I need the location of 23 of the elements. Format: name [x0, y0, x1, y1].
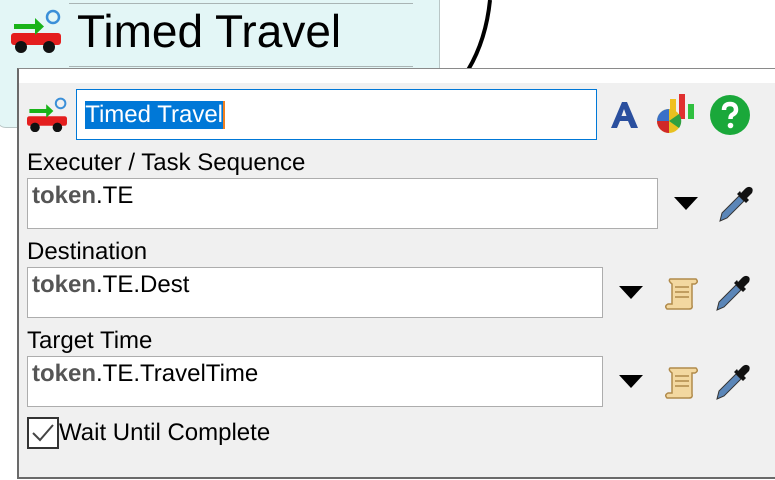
dropdown-button[interactable] — [674, 196, 698, 210]
node-title: Timed Travel — [77, 5, 342, 57]
check-icon — [31, 423, 55, 443]
caret-icon — [619, 286, 643, 298]
eyedropper-icon — [714, 362, 752, 400]
eyedropper-icon — [714, 274, 752, 312]
checkbox[interactable] — [27, 417, 59, 449]
help-icon — [710, 94, 750, 134]
field-label: Destination — [27, 237, 148, 267]
caret-icon — [674, 196, 698, 210]
value-field[interactable]: token.TE.Dest — [27, 267, 603, 318]
checkbox-label: Wait Until Complete — [59, 419, 270, 447]
name-text: Timed Travel — [85, 100, 225, 128]
font-icon — [610, 100, 640, 130]
dropdown-button[interactable] — [619, 286, 643, 300]
name-field[interactable]: Timed Travel — [76, 89, 598, 140]
dropdown-button[interactable] — [619, 374, 643, 388]
field-label: Target Time — [27, 326, 154, 356]
value-field[interactable]: token.TE.TravelTime — [27, 356, 603, 407]
field-label: Executer / Task Sequence — [27, 148, 306, 178]
value-field[interactable]: token.TE — [27, 178, 658, 229]
eyedropper-icon — [717, 184, 755, 222]
caret-icon — [619, 374, 643, 388]
